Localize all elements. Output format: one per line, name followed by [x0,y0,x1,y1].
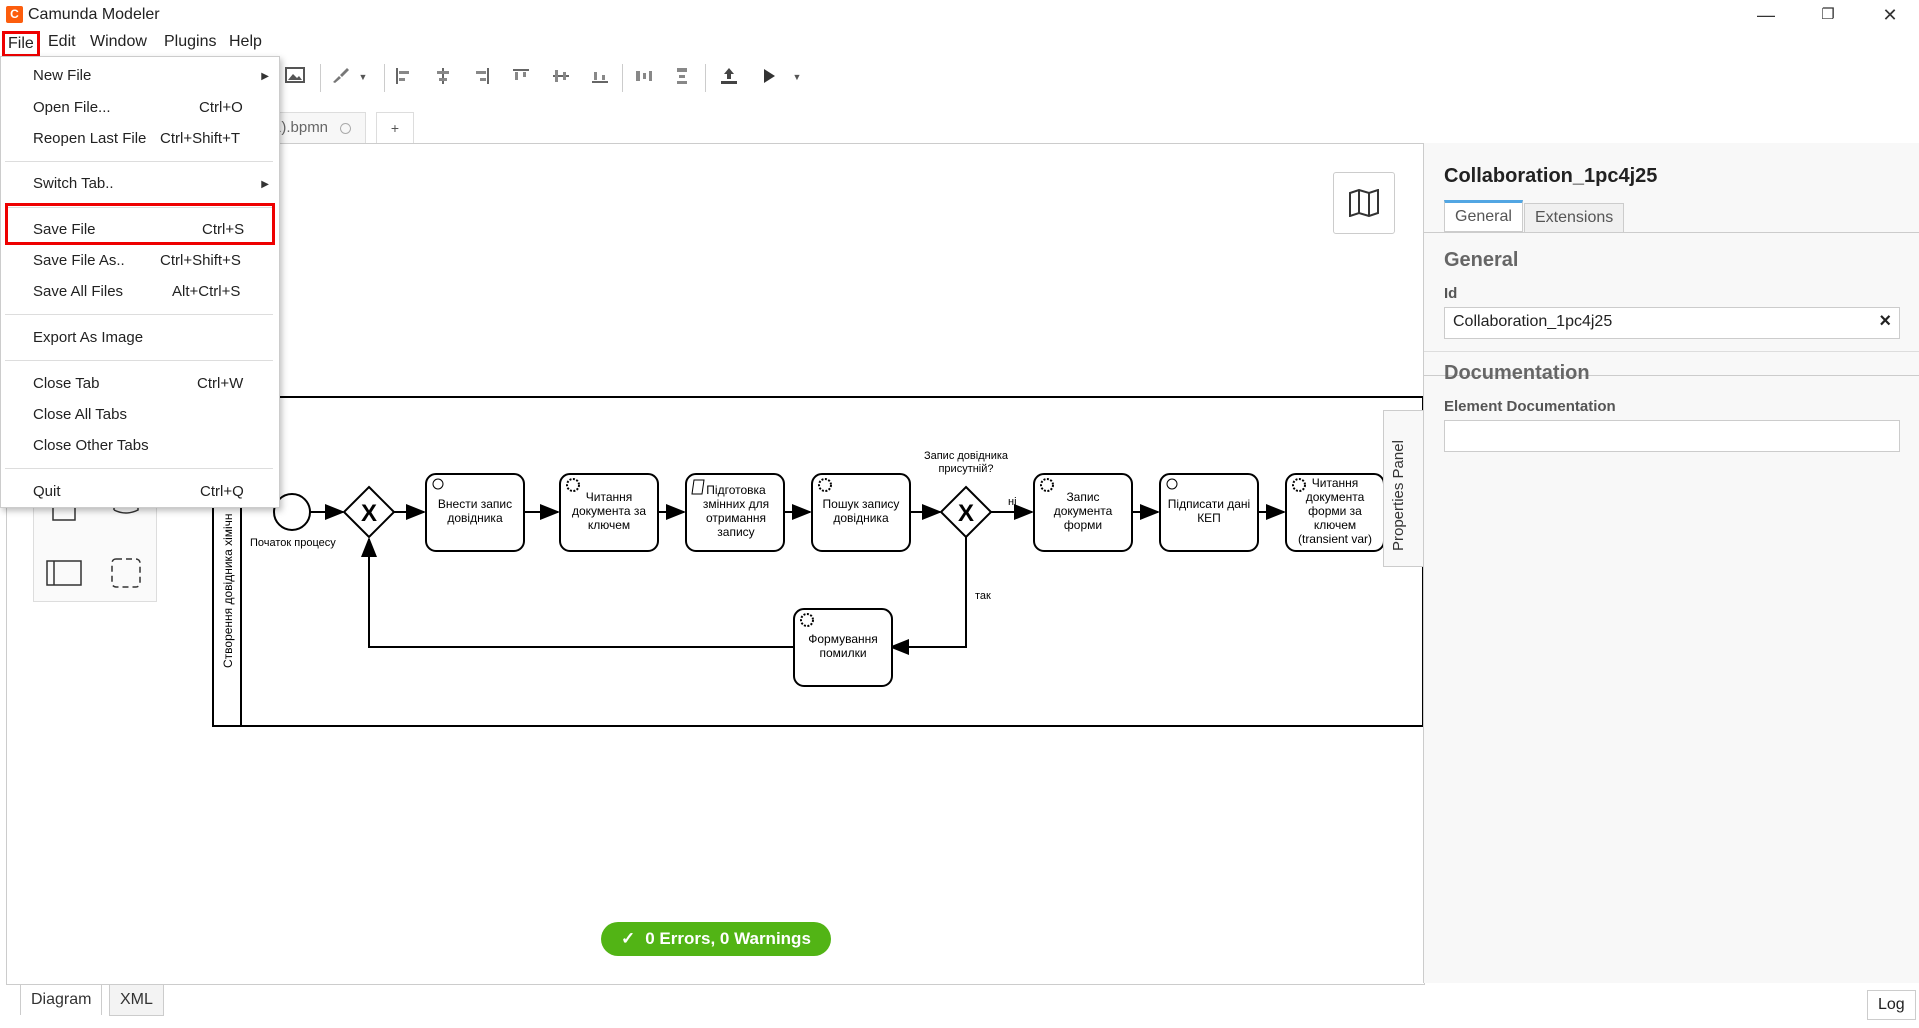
menu-item-shortcut: Alt+Ctrl+S [172,283,241,300]
menu-separator [5,468,273,469]
menu-item-label: Quit [33,483,61,500]
close-button[interactable]: ✕ [1862,0,1918,30]
menu-item-label: Open File... [33,99,111,116]
menu-item-label: Export As Image [33,329,144,346]
task-form-error: Формування помилки [793,608,893,687]
svg-text:X: X [958,500,974,527]
menu-item-label: Reopen Last File [33,130,147,147]
menu-item-label: Close All Tabs [33,406,127,423]
task-prepare-variables: Підготовка змінних для отримання запису [685,473,785,552]
section-divider [1424,351,1919,352]
minimize-button[interactable]: — [1738,0,1794,30]
menu-item-label: Close Other Tabs [33,437,149,454]
menu-item-label: New File [33,67,92,84]
tab-diagram[interactable]: Diagram [20,984,103,1015]
clear-icon[interactable]: × [1879,310,1891,333]
lint-status-badge[interactable]: ✓ 0 Errors, 0 Warnings [601,922,831,956]
task-write-form-document: Запис документа форми [1033,473,1133,552]
svg-text:Пошук записудовідника: Пошук запису довідника [823,497,900,525]
svg-text:X: X [361,500,377,527]
task-search-record: Пошук запису довідника [811,473,911,552]
element-documentation-textarea[interactable] [1444,420,1900,452]
flow-label-no: ні [1008,496,1017,508]
section-general-heading: General [1444,249,1519,271]
menu-item-label: Save File As.. [33,252,125,269]
task-read-document: Читання документа за ключем [559,473,659,552]
menu-item-shortcut: Ctrl+Q [200,483,244,500]
element-id-title: Collaboration_1pc4j25 [1444,165,1658,187]
task-read-form-document: Читання документа форми за ключем (transient… [1285,473,1385,552]
menu-item-label: Close Tab [33,375,100,392]
lint-status-text: 0 Errors, 0 Warnings [645,929,811,948]
gateway-question-label: Запис довідника присутній? [924,450,1009,475]
menu-item-label: Save All Files [33,283,124,300]
file-menu-dropdown: New File ▶ Open File... Ctrl+O Reopen La… [0,56,280,508]
menu-item-label: Switch Tab.. [33,175,114,192]
start-event-label: Початок процесу [250,537,336,549]
check-icon: ✓ [621,929,636,948]
section-documentation-heading: Documentation [1444,362,1590,384]
submenu-arrow-icon: ▶ [261,179,269,190]
properties-panel-toggle-label: Properties Panel [1390,440,1407,551]
tab-extensions[interactable]: Extensions [1524,203,1625,233]
lane-label: Створення довідника хімічн [221,513,235,668]
id-input-value: Collaboration_1pc4j25 [1453,313,1613,330]
properties-panel: Collaboration_1pc4j25 General Extensions… [1423,143,1919,983]
tab-xml[interactable]: XML [109,984,164,1016]
properties-panel-toggle[interactable]: Properties Panel [1383,410,1424,567]
element-documentation-label: Element Documentation [1444,398,1616,415]
log-button[interactable]: Log [1867,990,1916,1020]
menu-separator [5,161,273,162]
tabs-underline [1424,232,1919,233]
id-input[interactable]: Collaboration_1pc4j25 × [1444,307,1900,339]
menu-item-shortcut: Ctrl+O [199,99,243,116]
svg-text:Внести записдовідника: Внести запис довідника [438,497,512,525]
menu-separator [5,360,273,361]
task-sign-data: Підписати дані КЕП [1159,473,1259,552]
submenu-arrow-icon: ▶ [261,71,269,82]
menu-item-shortcut: Ctrl+Shift+T [160,130,241,147]
restore-button[interactable]: ❐ [1800,0,1856,30]
tab-general[interactable]: General [1444,200,1523,232]
menu-separator [5,314,273,315]
menu-item-shortcut: Ctrl+Shift+S [160,252,241,269]
menu-item-shortcut: Ctrl+W [197,375,244,392]
id-label: Id [1444,285,1458,302]
task-add-record: Внести запис довідника [425,473,525,552]
flow-label-yes: так [975,590,991,602]
save-file-highlight [5,203,275,245]
